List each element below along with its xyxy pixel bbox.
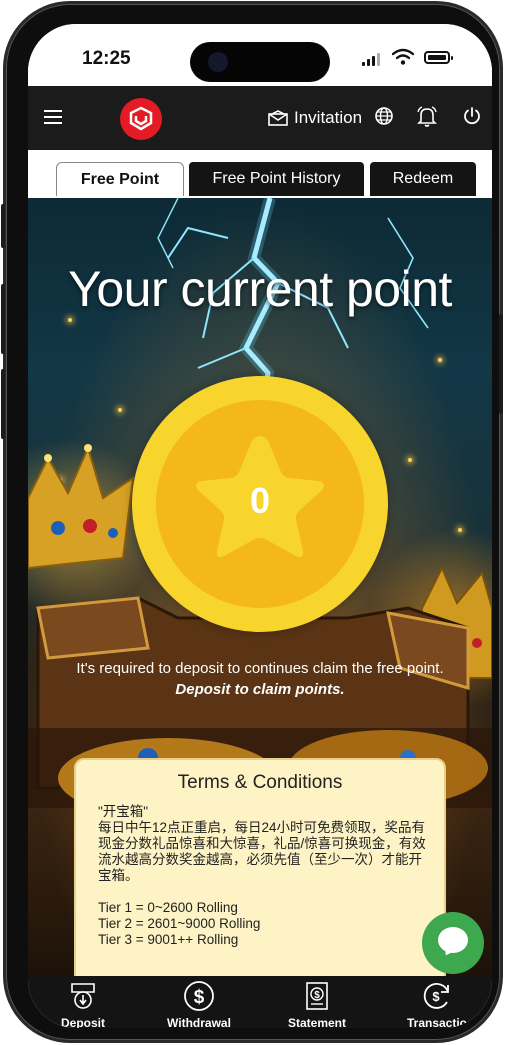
envelope-icon bbox=[268, 110, 288, 126]
phone-frame: 12:25 Invitation Free Point Free Point H… bbox=[1, 4, 503, 1040]
point-value: 0 bbox=[249, 480, 271, 521]
screen: 12:25 Invitation Free Point Free Point H… bbox=[28, 24, 492, 1028]
svg-text:$: $ bbox=[432, 989, 440, 1004]
terms-title: Terms & Conditions bbox=[177, 772, 343, 793]
nav-label: Transactio bbox=[406, 1016, 468, 1028]
wifi-icon bbox=[392, 48, 414, 65]
side-button bbox=[1, 369, 5, 439]
globe-icon[interactable] bbox=[374, 106, 394, 126]
side-button bbox=[1, 284, 5, 354]
status-bar: 12:25 bbox=[28, 24, 492, 86]
tab-bar: Free Point Free Point History Redeem bbox=[28, 150, 492, 200]
invitation-label: Invitation bbox=[294, 108, 363, 127]
side-button bbox=[1, 204, 5, 248]
invitation-button[interactable]: Invitation bbox=[268, 106, 362, 130]
nav-label: Withdrawal bbox=[167, 1016, 231, 1028]
bell-icon[interactable] bbox=[417, 106, 437, 128]
signal-icon bbox=[362, 52, 384, 66]
page-title: Your current point bbox=[68, 261, 452, 317]
transaction-icon: $ bbox=[423, 983, 449, 1009]
app-header: Invitation bbox=[28, 86, 492, 150]
deposit-requirement-text: It's required to deposit to continues cl… bbox=[76, 660, 444, 677]
status-time: 12:25 bbox=[82, 48, 131, 69]
svg-text:$: $ bbox=[194, 987, 205, 1008]
dollar-icon: $ bbox=[184, 981, 214, 1011]
chat-button[interactable] bbox=[422, 912, 484, 974]
nav-label: Statement bbox=[287, 1016, 346, 1028]
brand-logo[interactable] bbox=[120, 98, 162, 140]
battery-icon bbox=[424, 51, 453, 64]
terms-body: "开宝箱" 每日中午12点正重启，每日24小时可免费领取，奖品有现金分数礼品惊喜… bbox=[98, 804, 426, 947]
point-coin: 0 bbox=[132, 376, 388, 632]
nav-label: Deposit bbox=[60, 1016, 105, 1028]
menu-icon[interactable] bbox=[44, 110, 62, 124]
power-icon[interactable] bbox=[462, 106, 482, 126]
dynamic-island bbox=[190, 42, 330, 82]
tab-redeem[interactable]: Redeem bbox=[370, 162, 476, 196]
power-button bbox=[499, 314, 503, 414]
terms-panel: Terms & Conditions "开宝箱" 每日中午12点正重启，每日24… bbox=[74, 758, 446, 998]
tab-free-point[interactable]: Free Point bbox=[56, 162, 184, 196]
statement-icon: $ bbox=[306, 982, 328, 1010]
bottom-nav: Deposit $ Withdrawal $ Statement $ Trans… bbox=[28, 976, 492, 1028]
deposit-cta-link[interactable]: Deposit to claim points. bbox=[28, 681, 492, 698]
camera-icon bbox=[208, 52, 228, 72]
svg-text:$: $ bbox=[314, 990, 320, 1001]
tab-free-point-history[interactable]: Free Point History bbox=[189, 162, 364, 196]
deposit-icon bbox=[71, 983, 95, 1009]
